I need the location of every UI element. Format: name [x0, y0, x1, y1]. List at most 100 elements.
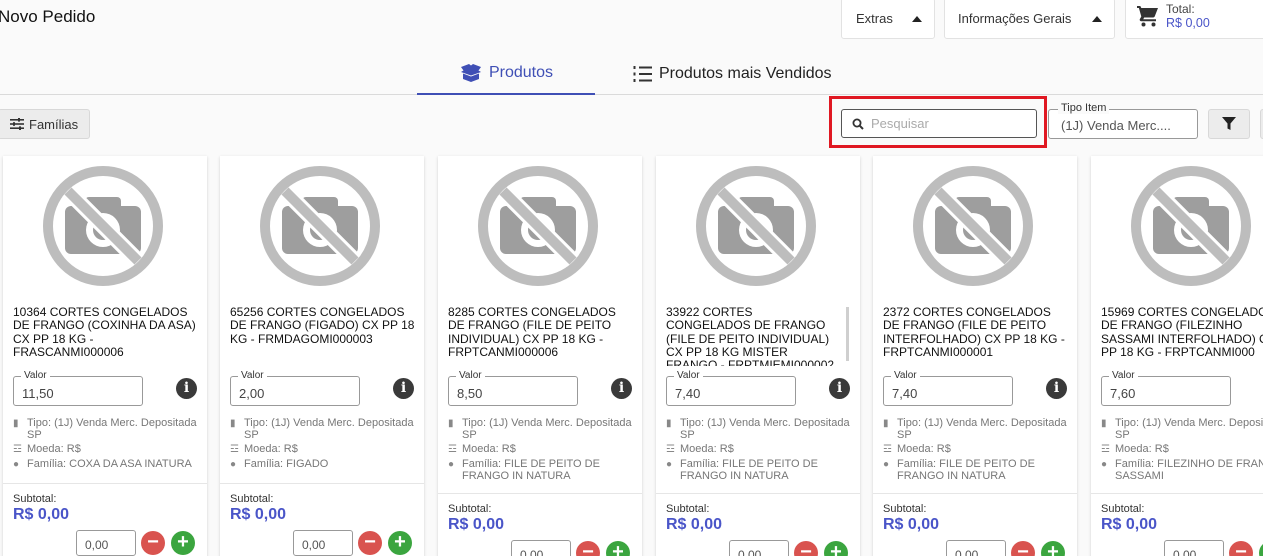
valor-value: 11,50 [22, 386, 54, 401]
moeda-meta: ☲ Moeda: R$ [1101, 443, 1169, 455]
users-icon: ● [13, 459, 20, 470]
info-icon[interactable]: i [176, 378, 197, 399]
users-icon: ● [230, 459, 237, 470]
quantity-input[interactable]: 0,00 [76, 530, 136, 556]
subtotal-label: Subtotal: [883, 503, 927, 515]
total-value: R$ 0,00 [1166, 16, 1210, 30]
subtotal-value: R$ 0,00 [448, 516, 505, 533]
subtotal-value: R$ 0,00 [230, 506, 287, 523]
increase-button[interactable]: + [388, 531, 412, 555]
familias-label: Famílias [29, 116, 79, 132]
quantity-input[interactable]: 0,00 [293, 530, 353, 556]
familia-meta: ●Família: FILEZINHO DE FRANGO SASSAMI [1101, 458, 1263, 482]
decrease-button[interactable]: − [794, 541, 818, 556]
valor-field[interactable]: Valor 2,00 [230, 370, 360, 406]
product-name: 15969 CORTES CONGELADOS DE FRANGO (FILEZ… [1101, 306, 1263, 359]
info-icon[interactable]: i [393, 378, 414, 399]
extras-dropdown-button[interactable]: Extras [841, 0, 935, 39]
tipo-item-value: (1J) Venda Merc.... [1061, 118, 1171, 133]
no-photo-icon [43, 166, 163, 286]
quantity-input[interactable]: 0,00 [729, 540, 789, 556]
moeda-meta: ☲ Moeda: R$ [666, 443, 734, 455]
tab-produtos[interactable]: Produtos [417, 52, 595, 95]
increase-button[interactable]: + [1041, 541, 1065, 556]
valor-field[interactable]: Valor 11,50 [13, 370, 143, 406]
product-card[interactable]: 10364 CORTES CONGELADOS DE FRANGO (COXIN… [3, 156, 207, 556]
familias-button[interactable]: Famílias [0, 109, 90, 139]
caret-up-icon [1092, 15, 1102, 22]
info-icon[interactable]: i [829, 378, 850, 399]
product-name: 2372 CORTES CONGELADOS DE FRANGO (FILE D… [883, 306, 1065, 359]
valor-label: Valor [456, 370, 485, 381]
users-icon: ● [448, 459, 455, 470]
moeda-meta: ☲ Moeda: R$ [13, 443, 81, 455]
users-icon: ● [883, 459, 890, 470]
familia-meta: ● Família: FIGADO [230, 458, 329, 470]
document-icon: ▮ [666, 418, 672, 429]
document-icon: ▮ [13, 418, 19, 429]
valor-label: Valor [674, 370, 703, 381]
valor-field[interactable]: Valor 7,40 [883, 370, 1013, 406]
valor-field[interactable]: Valor 7,60 [1101, 370, 1231, 406]
familia-meta: ● Família: COXA DA ASA INATURA [13, 458, 192, 470]
coins-icon: ☲ [666, 444, 675, 455]
valor-value: 7,40 [892, 386, 918, 401]
no-photo-icon [260, 166, 380, 286]
increase-button[interactable]: + [824, 541, 848, 556]
subtotal-value: R$ 0,00 [13, 506, 70, 523]
valor-label: Valor [891, 370, 920, 381]
divider [438, 493, 642, 494]
extras-label: Extras [856, 11, 893, 26]
filter-button[interactable] [1208, 109, 1250, 139]
product-name: 10364 CORTES CONGELADOS DE FRANGO (COXIN… [13, 306, 196, 359]
subtotal-value: R$ 0,00 [883, 516, 940, 533]
valor-value: 2,00 [239, 386, 265, 401]
coins-icon: ☲ [1101, 444, 1110, 455]
increase-button[interactable]: + [1259, 541, 1263, 556]
product-card[interactable]: 8285 CORTES CONGELADOS DE FRANGO (FILE D… [438, 156, 642, 556]
increase-button[interactable]: + [171, 531, 195, 555]
decrease-button[interactable]: − [576, 541, 600, 556]
cart-total-button[interactable]: Total: R$ 0,00 [1125, 0, 1263, 39]
product-card[interactable]: 33922 CORTES CONGELADOS DE FRANGO (FILE … [656, 156, 860, 556]
coins-icon: ☲ [13, 444, 22, 455]
tipo-meta: ▮Tipo: (1J) Venda Merc. Depositada SP [883, 417, 1067, 441]
increase-button[interactable]: + [606, 541, 630, 556]
tipo-meta: ▮Tipo: (1J) Venda Merc. Depositada SP [448, 417, 632, 441]
document-icon: ▮ [883, 418, 889, 429]
divider [3, 483, 207, 484]
shopping-cart-icon [1137, 6, 1158, 27]
divider [656, 493, 860, 494]
subtotal-value: R$ 0,00 [1101, 516, 1158, 533]
search-input[interactable] [871, 116, 1031, 131]
quantity-input[interactable]: 0,00 [1164, 540, 1224, 556]
product-card[interactable]: 65256 CORTES CONGELADOS DE FRANGO (FIGAD… [220, 156, 424, 556]
product-name: 33922 CORTES CONGELADOS DE FRANGO (FILE … [666, 306, 835, 366]
decrease-button[interactable]: − [1011, 541, 1035, 556]
coins-icon: ☲ [883, 444, 892, 455]
no-photo-icon [696, 166, 816, 286]
search-field[interactable] [841, 109, 1037, 138]
decrease-button[interactable]: − [1229, 541, 1253, 556]
coins-icon: ☲ [230, 444, 239, 455]
no-photo-icon [478, 166, 598, 286]
product-card[interactable]: 15969 CORTES CONGELADOS DE FRANGO (FILEZ… [1091, 156, 1263, 556]
info-icon[interactable]: i [1046, 378, 1067, 399]
valor-field[interactable]: Valor 7,40 [666, 370, 796, 406]
subtotal-label: Subtotal: [230, 493, 274, 505]
decrease-button[interactable]: − [358, 531, 382, 555]
product-name-scrollbar[interactable] [846, 307, 849, 361]
decrease-button[interactable]: − [141, 531, 165, 555]
quantity-input[interactable]: 0,00 [946, 540, 1006, 556]
informacoes-gerais-label: Informações Gerais [958, 11, 1072, 26]
product-card[interactable]: 2372 CORTES CONGELADOS DE FRANGO (FILE D… [873, 156, 1077, 556]
informacoes-gerais-dropdown-button[interactable]: Informações Gerais [944, 0, 1115, 39]
tipo-item-select[interactable]: Tipo Item (1J) Venda Merc.... [1048, 102, 1198, 139]
quantity-input[interactable]: 0,00 [511, 540, 571, 556]
valor-field[interactable]: Valor 8,50 [448, 370, 578, 406]
moeda-meta: ☲ Moeda: R$ [448, 443, 516, 455]
divider [1091, 493, 1263, 494]
info-icon[interactable]: i [611, 378, 632, 399]
document-icon: ▮ [448, 418, 454, 429]
tab-produtos-mais-vendidos[interactable]: Produtos mais Vendidos [633, 52, 832, 95]
